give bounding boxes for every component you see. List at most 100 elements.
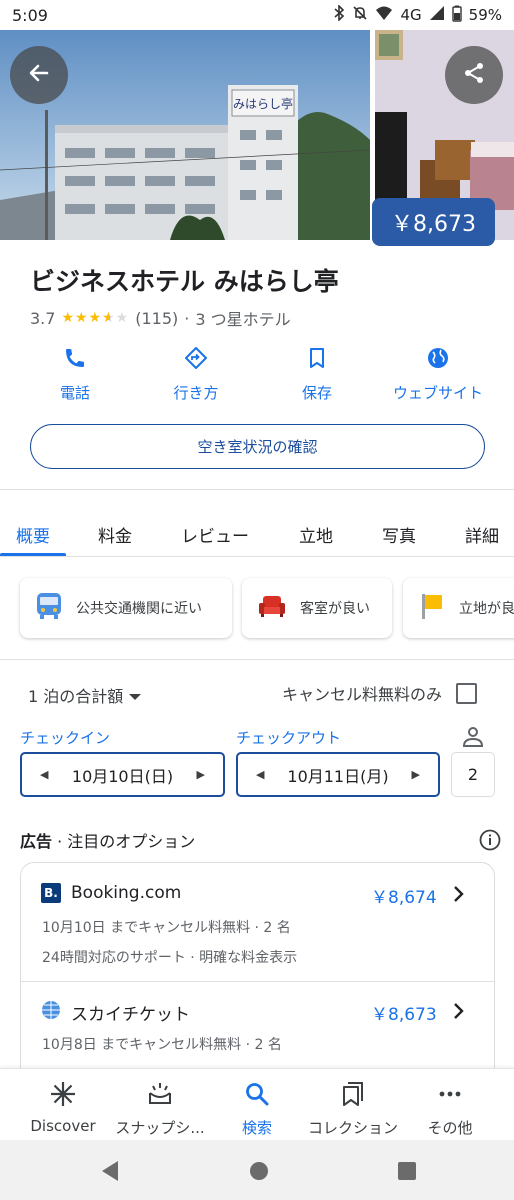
nights-selector[interactable]: 1 泊の合計額 — [28, 683, 142, 707]
offer-detail: 10月10日 までキャンセル料無料 · 2 名 — [42, 920, 291, 936]
dot-separator: · — [184, 308, 190, 328]
snapshot-icon — [147, 1081, 173, 1111]
nav-discover-label: Discover — [30, 1117, 96, 1135]
offer-price: ￥8,673 — [371, 1005, 437, 1025]
free-cancel-checkbox[interactable] — [456, 682, 478, 704]
offer-detail: 10月8日 までキャンセル料無料 · 2 名 — [42, 1037, 282, 1053]
phone-icon — [63, 346, 87, 374]
wifi-icon — [375, 5, 393, 25]
tab-reviews[interactable]: レビュー — [181, 522, 249, 547]
offer-provider: スカイチケット — [41, 1000, 190, 1025]
tab-location[interactable]: 立地 — [299, 522, 333, 547]
highlight-location-label: 立地が良 — [459, 601, 514, 617]
tab-photos[interactable]: 写真 — [382, 522, 416, 547]
nav-snapshot-label: スナップシ... — [115, 1119, 205, 1137]
booking-logo-icon: B. — [41, 883, 61, 903]
check-availability-button[interactable]: 空き室状況の確認 — [30, 424, 485, 469]
nav-more-label: その他 — [427, 1119, 473, 1137]
system-recents-icon[interactable] — [398, 1162, 416, 1184]
checkout-next-button[interactable]: ▶ — [412, 768, 420, 781]
offer-row[interactable]: B. Booking.com ￥8,674 10月10日 までキャンセル料無料 … — [21, 863, 494, 981]
system-home-icon[interactable] — [249, 1161, 269, 1185]
dropdown-arrow-icon — [129, 686, 142, 705]
checkin-date-picker[interactable]: ◀ 10月10日(日) ▶ — [20, 752, 225, 797]
price-badge[interactable]: ￥8,673 — [372, 198, 495, 246]
guest-count-selector[interactable]: 2 — [451, 752, 495, 797]
save-button[interactable]: 保存 — [257, 346, 377, 403]
search-icon — [244, 1081, 270, 1111]
website-button[interactable]: ウェブサイト — [378, 346, 498, 403]
share-button[interactable] — [445, 46, 503, 104]
status-icons: 4G 59% — [333, 4, 502, 26]
highlight-chip-transit[interactable]: 公共交通機関に近い — [20, 578, 232, 638]
nav-search[interactable]: 検索 — [207, 1081, 307, 1138]
offer-provider-name: Booking.com — [71, 883, 182, 903]
checkin-label: チェックイン — [20, 729, 111, 747]
free-cancel-toggle[interactable]: キャンセル料無料のみ — [282, 681, 478, 705]
checkout-prev-button[interactable]: ◀ — [256, 768, 264, 781]
checkin-next-button[interactable]: ▶ — [197, 768, 205, 781]
nav-snapshot[interactable]: スナップシ... — [110, 1081, 210, 1138]
highlight-chip-room[interactable]: 客室が良い — [242, 578, 392, 638]
directions-button[interactable]: 行き方 — [136, 346, 256, 403]
rating-row[interactable]: 3.7 ★★★★ ★ ★ (115) · 3 つ星ホテル — [30, 306, 291, 330]
call-button[interactable]: 電話 — [15, 346, 135, 403]
mute-icon — [352, 5, 368, 25]
system-back-icon[interactable] — [100, 1160, 120, 1186]
highlight-room-label: 客室が良い — [300, 601, 370, 617]
tabs-divider — [0, 556, 514, 557]
asterisk-icon — [50, 1081, 76, 1111]
checkout-date-picker[interactable]: ◀ 10月11日(月) ▶ — [236, 752, 440, 797]
battery-level: 59% — [468, 6, 502, 24]
nav-more[interactable]: その他 — [400, 1081, 500, 1138]
ads-heading: 広告 · 注目のオプション — [20, 828, 195, 852]
offer-price: ￥8,674 — [371, 888, 437, 908]
section-divider — [0, 489, 514, 490]
battery-icon — [451, 5, 462, 26]
offers-list: B. Booking.com ￥8,674 10月10日 までキャンセル料無料 … — [20, 862, 495, 1092]
globe-icon — [426, 346, 450, 374]
checkout-label: チェックアウト — [236, 729, 342, 747]
arrow-back-icon — [27, 61, 51, 89]
more-icon — [437, 1081, 463, 1111]
info-icon[interactable] — [479, 829, 501, 855]
ads-heading-text: · 注目のオプション — [52, 832, 196, 851]
tab-overview[interactable]: 概要 — [16, 522, 50, 547]
status-bar: 5:09 4G 59% — [0, 0, 514, 30]
nav-collections[interactable]: コレクション — [303, 1081, 403, 1138]
chips-divider — [0, 659, 514, 660]
ad-tag: 広告 — [20, 832, 53, 851]
offer-provider-name: スカイチケット — [71, 1005, 190, 1025]
chevron-right-icon — [453, 885, 465, 907]
signal-icon — [429, 5, 445, 25]
collections-icon — [340, 1081, 366, 1111]
checkin-date: 10月10日(日) — [71, 766, 174, 786]
share-icon — [462, 61, 486, 89]
nav-discover[interactable]: Discover — [13, 1081, 113, 1135]
nights-label: 1 泊の合計額 — [28, 687, 124, 706]
status-time: 5:09 — [12, 5, 48, 25]
bus-icon — [36, 592, 62, 624]
back-button[interactable] — [10, 46, 68, 104]
action-row: 電話 行き方 保存 ウェブサイト — [0, 346, 514, 408]
rating-value: 3.7 — [30, 308, 56, 328]
tab-details[interactable]: 詳細 — [465, 522, 499, 547]
tab-prices[interactable]: 料金 — [98, 522, 132, 547]
skyticket-logo-icon — [41, 1000, 61, 1025]
call-label: 電話 — [59, 384, 90, 402]
hotel-name: ビジネスホテル みはらし亭 — [30, 267, 339, 296]
checkin-prev-button[interactable]: ◀ — [40, 768, 48, 781]
directions-icon — [184, 346, 208, 374]
hotel-category: 3 つ星ホテル — [195, 310, 291, 329]
bluetooth-icon — [333, 4, 345, 25]
rating-stars: ★★★★ ★ ★ — [61, 310, 130, 326]
chevron-right-icon — [453, 1002, 465, 1024]
website-label: ウェブサイト — [392, 384, 483, 402]
free-cancel-label: キャンセル料無料のみ — [282, 685, 443, 704]
photo-sign-text: みはらし亭 — [233, 96, 293, 111]
save-label: 保存 — [301, 384, 332, 402]
nav-collections-label: コレクション — [307, 1119, 398, 1137]
network-type: 4G — [400, 6, 422, 24]
highlight-chip-location[interactable]: 立地が良 — [403, 578, 514, 638]
flag-icon — [419, 592, 445, 624]
